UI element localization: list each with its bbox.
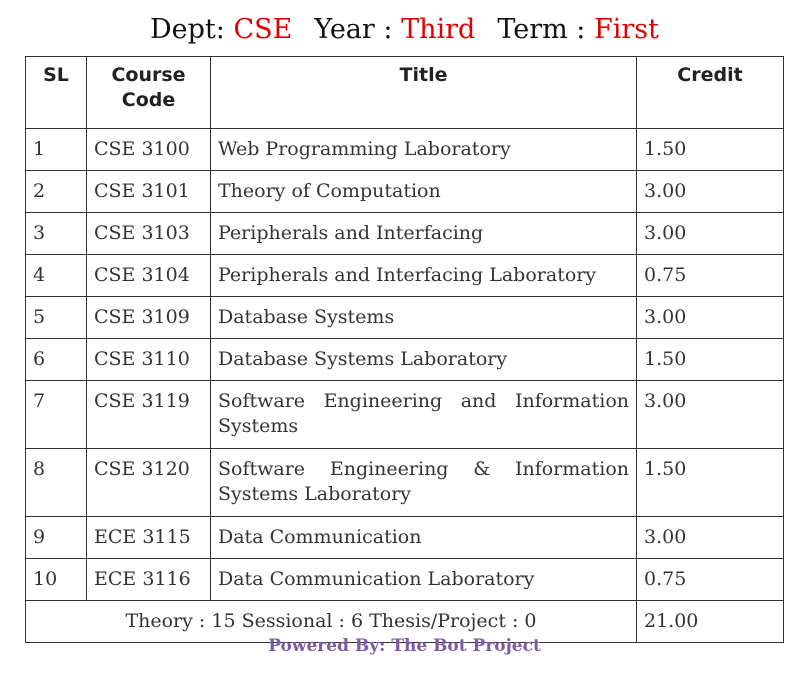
column-header-sl: SL — [25, 56, 87, 129]
cell-sl: 8 — [25, 448, 87, 517]
cell-title: Peripherals and Interfacing — [210, 212, 637, 255]
cell-course-code: CSE 3110 — [86, 338, 211, 381]
table-row: 9 ECE 3115 Data Communication 3.00 — [25, 516, 784, 559]
table-row: 8 CSE 3120 Software Engineering & Inform… — [25, 448, 784, 517]
cell-sl: 2 — [25, 170, 87, 213]
cell-sl: 6 — [25, 338, 87, 381]
cell-course-code: CSE 3109 — [86, 296, 211, 339]
table-row: 7 CSE 3119 Software Engineering and Info… — [25, 380, 784, 449]
table-header-row: SL Course Code Title Credit — [25, 56, 784, 129]
table-row: 1 CSE 3100 Web Programming Laboratory 1.… — [25, 128, 784, 171]
cell-sl: 10 — [25, 558, 87, 601]
column-header-title: Title — [210, 56, 637, 129]
term-value: First — [593, 14, 659, 45]
year-label: Year : — [314, 14, 402, 45]
cell-sl: 3 — [25, 212, 87, 255]
course-code-header-line2: Code — [121, 89, 176, 111]
table-row: 3 CSE 3103 Peripherals and Interfacing 3… — [25, 212, 784, 255]
cell-title: Database Systems Laboratory — [210, 338, 637, 381]
cell-credit: 1.50 — [636, 338, 784, 381]
term-label: Term : — [497, 14, 594, 45]
page-header: Dept: CSE Year : Third Term : First — [0, 14, 809, 45]
cell-course-code: CSE 3120 — [86, 448, 211, 517]
cell-course-code: CSE 3100 — [86, 128, 211, 171]
cell-sl: 1 — [25, 128, 87, 171]
cell-credit: 1.50 — [636, 128, 784, 171]
cell-sl: 4 — [25, 254, 87, 297]
column-header-credit: Credit — [636, 56, 784, 129]
cell-credit: 0.75 — [636, 254, 784, 297]
cell-title: Data Communication Laboratory — [210, 558, 637, 601]
cell-credit: 3.00 — [636, 170, 784, 213]
table-row: 10 ECE 3116 Data Communication Laborator… — [25, 558, 784, 601]
cell-course-code: CSE 3119 — [86, 380, 211, 449]
table-row: 6 CSE 3110 Database Systems Laboratory 1… — [25, 338, 784, 381]
cell-credit: 3.00 — [636, 212, 784, 255]
cell-credit: 3.00 — [636, 516, 784, 559]
course-table: SL Course Code Title Credit 1 CSE 3100 We… — [25, 56, 784, 643]
cell-course-code: ECE 3116 — [86, 558, 211, 601]
cell-credit: 0.75 — [636, 558, 784, 601]
cell-course-code: CSE 3103 — [86, 212, 211, 255]
cell-title: Data Communication — [210, 516, 637, 559]
cell-credit: 3.00 — [636, 380, 784, 449]
dept-label: Dept: — [150, 14, 234, 45]
cell-credit: 1.50 — [636, 448, 784, 517]
cell-title: Peripherals and Interfacing Laboratory — [210, 254, 637, 297]
cell-title: Software Engineering and Information Sys… — [210, 380, 637, 449]
cell-course-code: CSE 3104 — [86, 254, 211, 297]
cell-sl: 9 — [25, 516, 87, 559]
year-value: Third — [401, 14, 476, 45]
dept-value: CSE — [233, 14, 293, 45]
cell-course-code: CSE 3101 — [86, 170, 211, 213]
course-code-header-line1: Course — [111, 64, 186, 86]
column-header-course-code: Course Code — [86, 56, 211, 129]
table-row: 4 CSE 3104 Peripherals and Interfacing L… — [25, 254, 784, 297]
cell-sl: 7 — [25, 380, 87, 449]
cell-title: Database Systems — [210, 296, 637, 339]
cell-title: Theory of Computation — [210, 170, 637, 213]
cell-sl: 5 — [25, 296, 87, 339]
cell-title: Web Programming Laboratory — [210, 128, 637, 171]
cell-credit: 3.00 — [636, 296, 784, 339]
cell-title: Software Engineering & Information Syste… — [210, 448, 637, 517]
table-row: 2 CSE 3101 Theory of Computation 3.00 — [25, 170, 784, 213]
powered-by-footer: Powered By: The Bot Project — [268, 636, 541, 656]
cell-course-code: ECE 3115 — [86, 516, 211, 559]
table-row: 5 CSE 3109 Database Systems 3.00 — [25, 296, 784, 339]
